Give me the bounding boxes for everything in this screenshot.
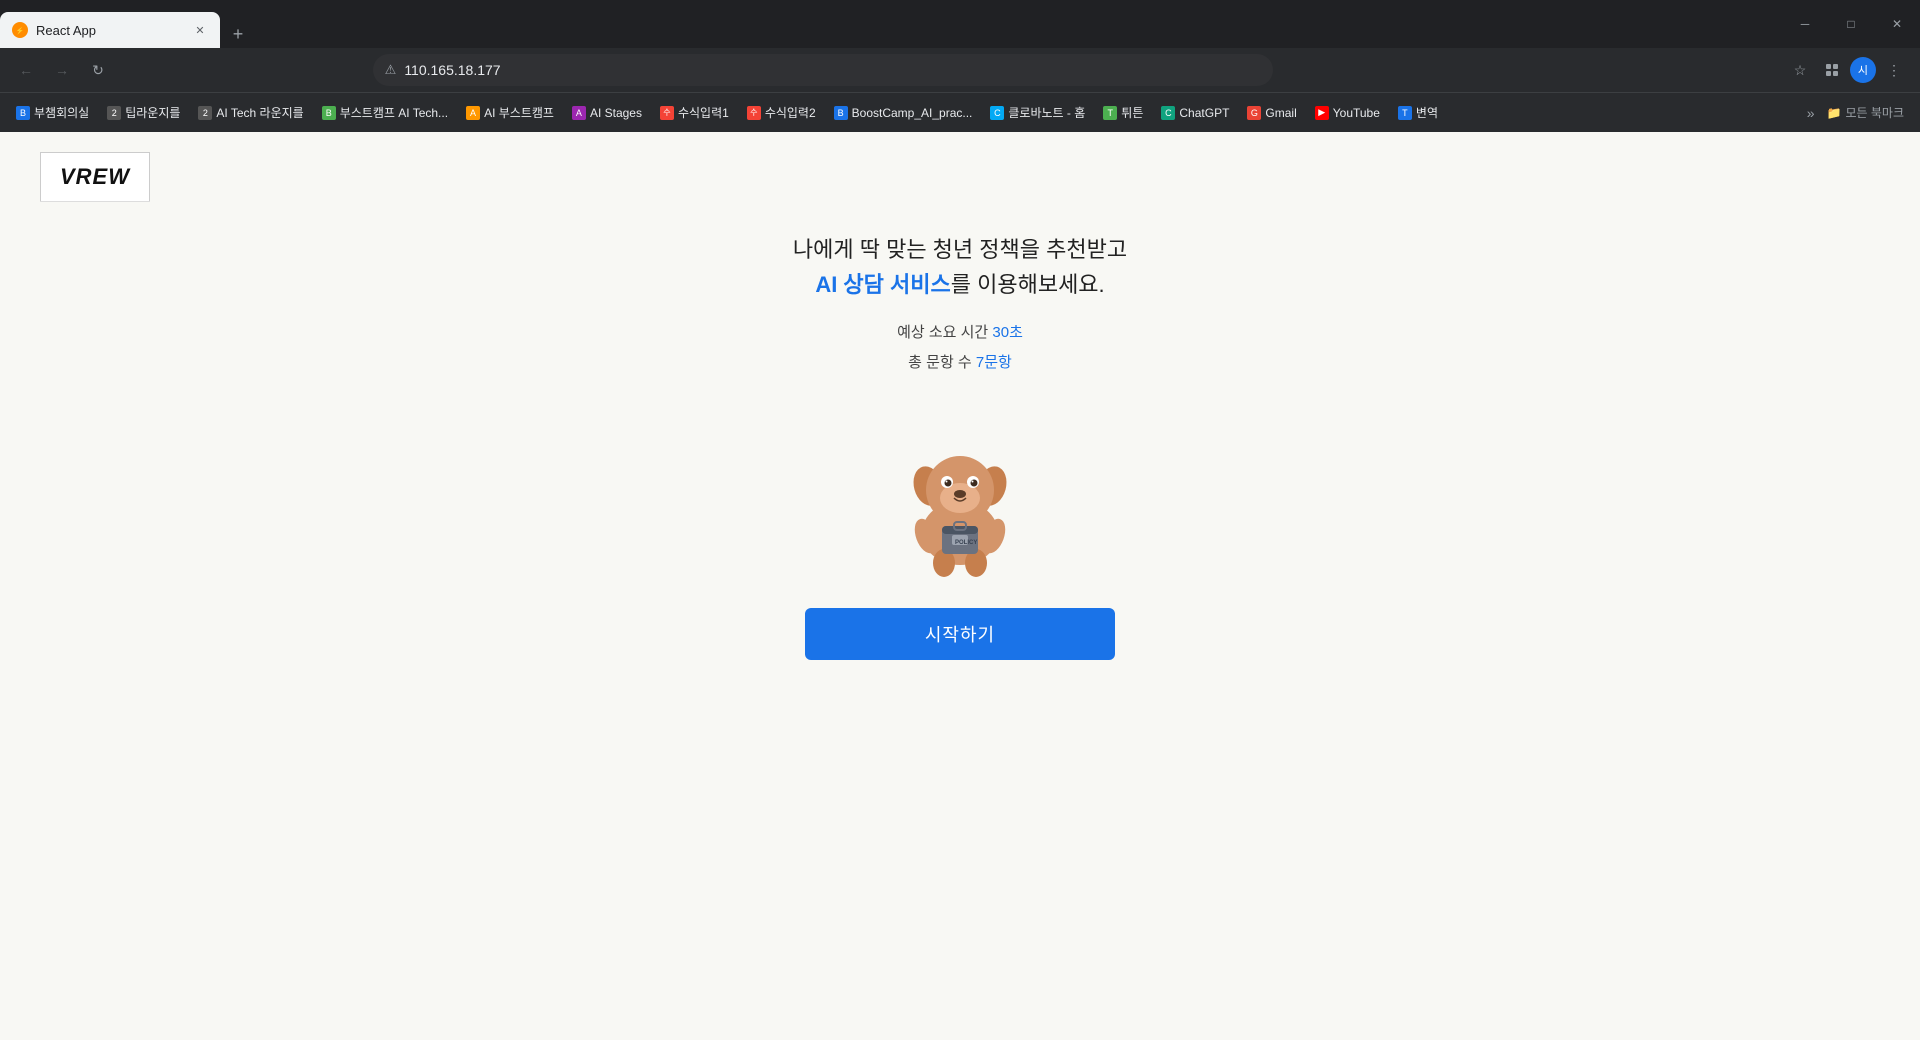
browser-chrome: ⚡ React App ✕ + ─ □ ✕ ← → ↻ ⚠ 110.165.18…	[0, 0, 1920, 132]
bookmark-icon-bk12: C	[1161, 106, 1175, 120]
tab-favicon: ⚡	[12, 22, 28, 38]
svg-text:⚡: ⚡	[16, 26, 25, 35]
toolbar-right: ☆ 시 ⋮	[1786, 56, 1908, 84]
minimize-button[interactable]: ─	[1782, 8, 1828, 40]
bookmark-icon-bk6: A	[572, 106, 586, 120]
bookmark-label-bk5: AI 부스트캠프	[484, 104, 554, 121]
headline-highlight: AI 상담 서비스	[815, 272, 950, 297]
tab-bar: ⚡ React App ✕ +	[0, 0, 1782, 48]
logo-box: VREW	[40, 152, 150, 202]
back-button[interactable]: ←	[12, 56, 40, 84]
page-content: VREW 나에게 딱 맞는 청년 정책을 추천받고 AI 상담 서비스를 이용해…	[0, 132, 1920, 1040]
bookmark-label-bk11: 튀튼	[1121, 104, 1143, 121]
meta-time-row: 예상 소요 시간 30초	[897, 318, 1023, 348]
security-warning-icon: ⚠	[385, 62, 397, 78]
bookmark-item-bk11[interactable]: T 튀튼	[1095, 100, 1151, 125]
active-tab[interactable]: ⚡ React App ✕	[0, 12, 220, 48]
bookmark-label-bk8: 수식입력2	[765, 104, 816, 121]
url-text: 110.165.18.177	[404, 62, 1260, 78]
meta-time-value: 30초	[992, 324, 1023, 341]
bookmark-icon-bk11: T	[1103, 106, 1117, 120]
tab-close-button[interactable]: ✕	[192, 22, 208, 38]
bookmark-icon-bk7: 수	[660, 106, 674, 120]
folder-icon: 📁	[1827, 106, 1842, 120]
bookmark-item-bk1[interactable]: B 부챔회의실	[8, 100, 97, 125]
bookmarks-more-arrow[interactable]: »	[1807, 105, 1815, 121]
maximize-button[interactable]: □	[1828, 8, 1874, 40]
bookmark-label-bk2: 팁라운지를	[125, 104, 180, 121]
bookmark-item-bk13[interactable]: G Gmail	[1239, 102, 1304, 124]
bookmark-item-bk14[interactable]: ▶ YouTube	[1307, 102, 1388, 124]
bookmark-label-bk14: YouTube	[1333, 106, 1380, 120]
all-bookmarks-button[interactable]: 📁 모든 북마크	[1819, 100, 1913, 125]
logo-area: VREW	[40, 152, 150, 202]
bookmark-icon-bk13: G	[1247, 106, 1261, 120]
bookmark-icon-bk10: C	[990, 106, 1004, 120]
bookmark-item-bk10[interactable]: C 클로바노트 - 홈	[982, 100, 1093, 125]
logo-text: VREW	[60, 164, 130, 190]
close-button[interactable]: ✕	[1874, 8, 1920, 40]
headline-line1: 나에게 딱 맞는 청년 정책을 추천받고	[793, 232, 1127, 267]
menu-button[interactable]: ⋮	[1880, 56, 1908, 84]
tab-title: React App	[36, 23, 184, 38]
main-content: 나에게 딱 맞는 청년 정책을 추천받고 AI 상담 서비스를 이용해보세요. …	[0, 232, 1920, 660]
meta-info: 예상 소요 시간 30초 총 문항 수 7문항	[897, 318, 1023, 378]
all-bookmarks-label: 모든 북마크	[1845, 104, 1904, 121]
reload-button[interactable]: ↻	[84, 56, 112, 84]
meta-time-prefix: 예상 소요 시간	[897, 324, 992, 341]
bookmark-item-bk4[interactable]: B 부스트캠프 AI Tech...	[314, 100, 456, 125]
start-button[interactable]: 시작하기	[805, 608, 1115, 660]
svg-text:POLICY: POLICY	[955, 540, 977, 546]
bookmark-item-bk7[interactable]: 수 수식입력1	[652, 100, 737, 125]
address-bar-row: ← → ↻ ⚠ 110.165.18.177 ☆ 시 ⋮	[0, 48, 1920, 92]
forward-button[interactable]: →	[48, 56, 76, 84]
bookmark-label-bk10: 클로바노트 - 홈	[1008, 104, 1085, 121]
bookmark-item-bk5[interactable]: A AI 부스트캠프	[458, 100, 562, 125]
bookmarks-bar: B 부챔회의실 2 팁라운지를 2 AI Tech 라운지를 B 부스트캠프 A…	[0, 92, 1920, 132]
bookmark-label-bk1: 부챔회의실	[34, 104, 89, 121]
bookmark-item-bk8[interactable]: 수 수식입력2	[739, 100, 824, 125]
bookmark-icon-bk9: B	[834, 106, 848, 120]
bookmark-label-bk6: AI Stages	[590, 106, 642, 120]
meta-questions-prefix: 총 문항 수	[908, 354, 976, 371]
bookmark-icon-bk3: 2	[198, 106, 212, 120]
bookmark-item-bk9[interactable]: B BoostCamp_AI_prac...	[826, 102, 981, 124]
bookmark-star-button[interactable]: ☆	[1786, 56, 1814, 84]
logo-divider	[40, 201, 150, 202]
meta-questions-value: 7문항	[976, 354, 1012, 371]
bookmark-label-bk12: ChatGPT	[1179, 106, 1229, 120]
title-bar: ⚡ React App ✕ + ─ □ ✕	[0, 0, 1920, 48]
meta-questions-row: 총 문항 수 7문항	[897, 348, 1023, 378]
bookmark-label-bk9: BoostCamp_AI_prac...	[852, 106, 973, 120]
headline-suffix: 를 이용해보세요.	[951, 272, 1105, 297]
bookmark-item-bk12[interactable]: C ChatGPT	[1153, 102, 1237, 124]
bookmark-icon-bk8: 수	[747, 106, 761, 120]
bookmark-icon-bk15: T	[1398, 106, 1412, 120]
new-tab-button[interactable]: +	[224, 20, 252, 48]
dog-mascot: POLICY	[890, 418, 1030, 568]
bookmark-icon-bk14: ▶	[1315, 106, 1329, 120]
profile-button[interactable]: 시	[1850, 57, 1876, 83]
headline: 나에게 딱 맞는 청년 정책을 추천받고 AI 상담 서비스를 이용해보세요.	[793, 232, 1127, 302]
bookmark-label-bk3: AI Tech 라운지를	[216, 104, 303, 121]
bookmark-item-bk6[interactable]: A AI Stages	[564, 102, 650, 124]
bookmark-label-bk4: 부스트캠프 AI Tech...	[340, 104, 448, 121]
bookmarks-more: » 📁 모든 북마크	[1807, 100, 1912, 125]
bookmark-icon-bk1: B	[16, 106, 30, 120]
bookmark-icon-bk4: B	[322, 106, 336, 120]
window-controls: ─ □ ✕	[1782, 8, 1920, 40]
bookmark-item-bk2[interactable]: 2 팁라운지를	[99, 100, 188, 125]
extensions-button[interactable]	[1818, 56, 1846, 84]
bookmark-label-bk13: Gmail	[1265, 106, 1296, 120]
address-bar[interactable]: ⚠ 110.165.18.177	[373, 54, 1273, 86]
bookmark-label-bk15: 변역	[1416, 104, 1438, 121]
bookmark-icon-bk2: 2	[107, 106, 121, 120]
headline-line2: AI 상담 서비스를 이용해보세요.	[793, 267, 1127, 302]
bookmark-item-bk3[interactable]: 2 AI Tech 라운지를	[190, 100, 311, 125]
bookmark-label-bk7: 수식입력1	[678, 104, 729, 121]
bookmark-item-bk15[interactable]: T 변역	[1390, 100, 1446, 125]
bookmark-icon-bk5: A	[466, 106, 480, 120]
